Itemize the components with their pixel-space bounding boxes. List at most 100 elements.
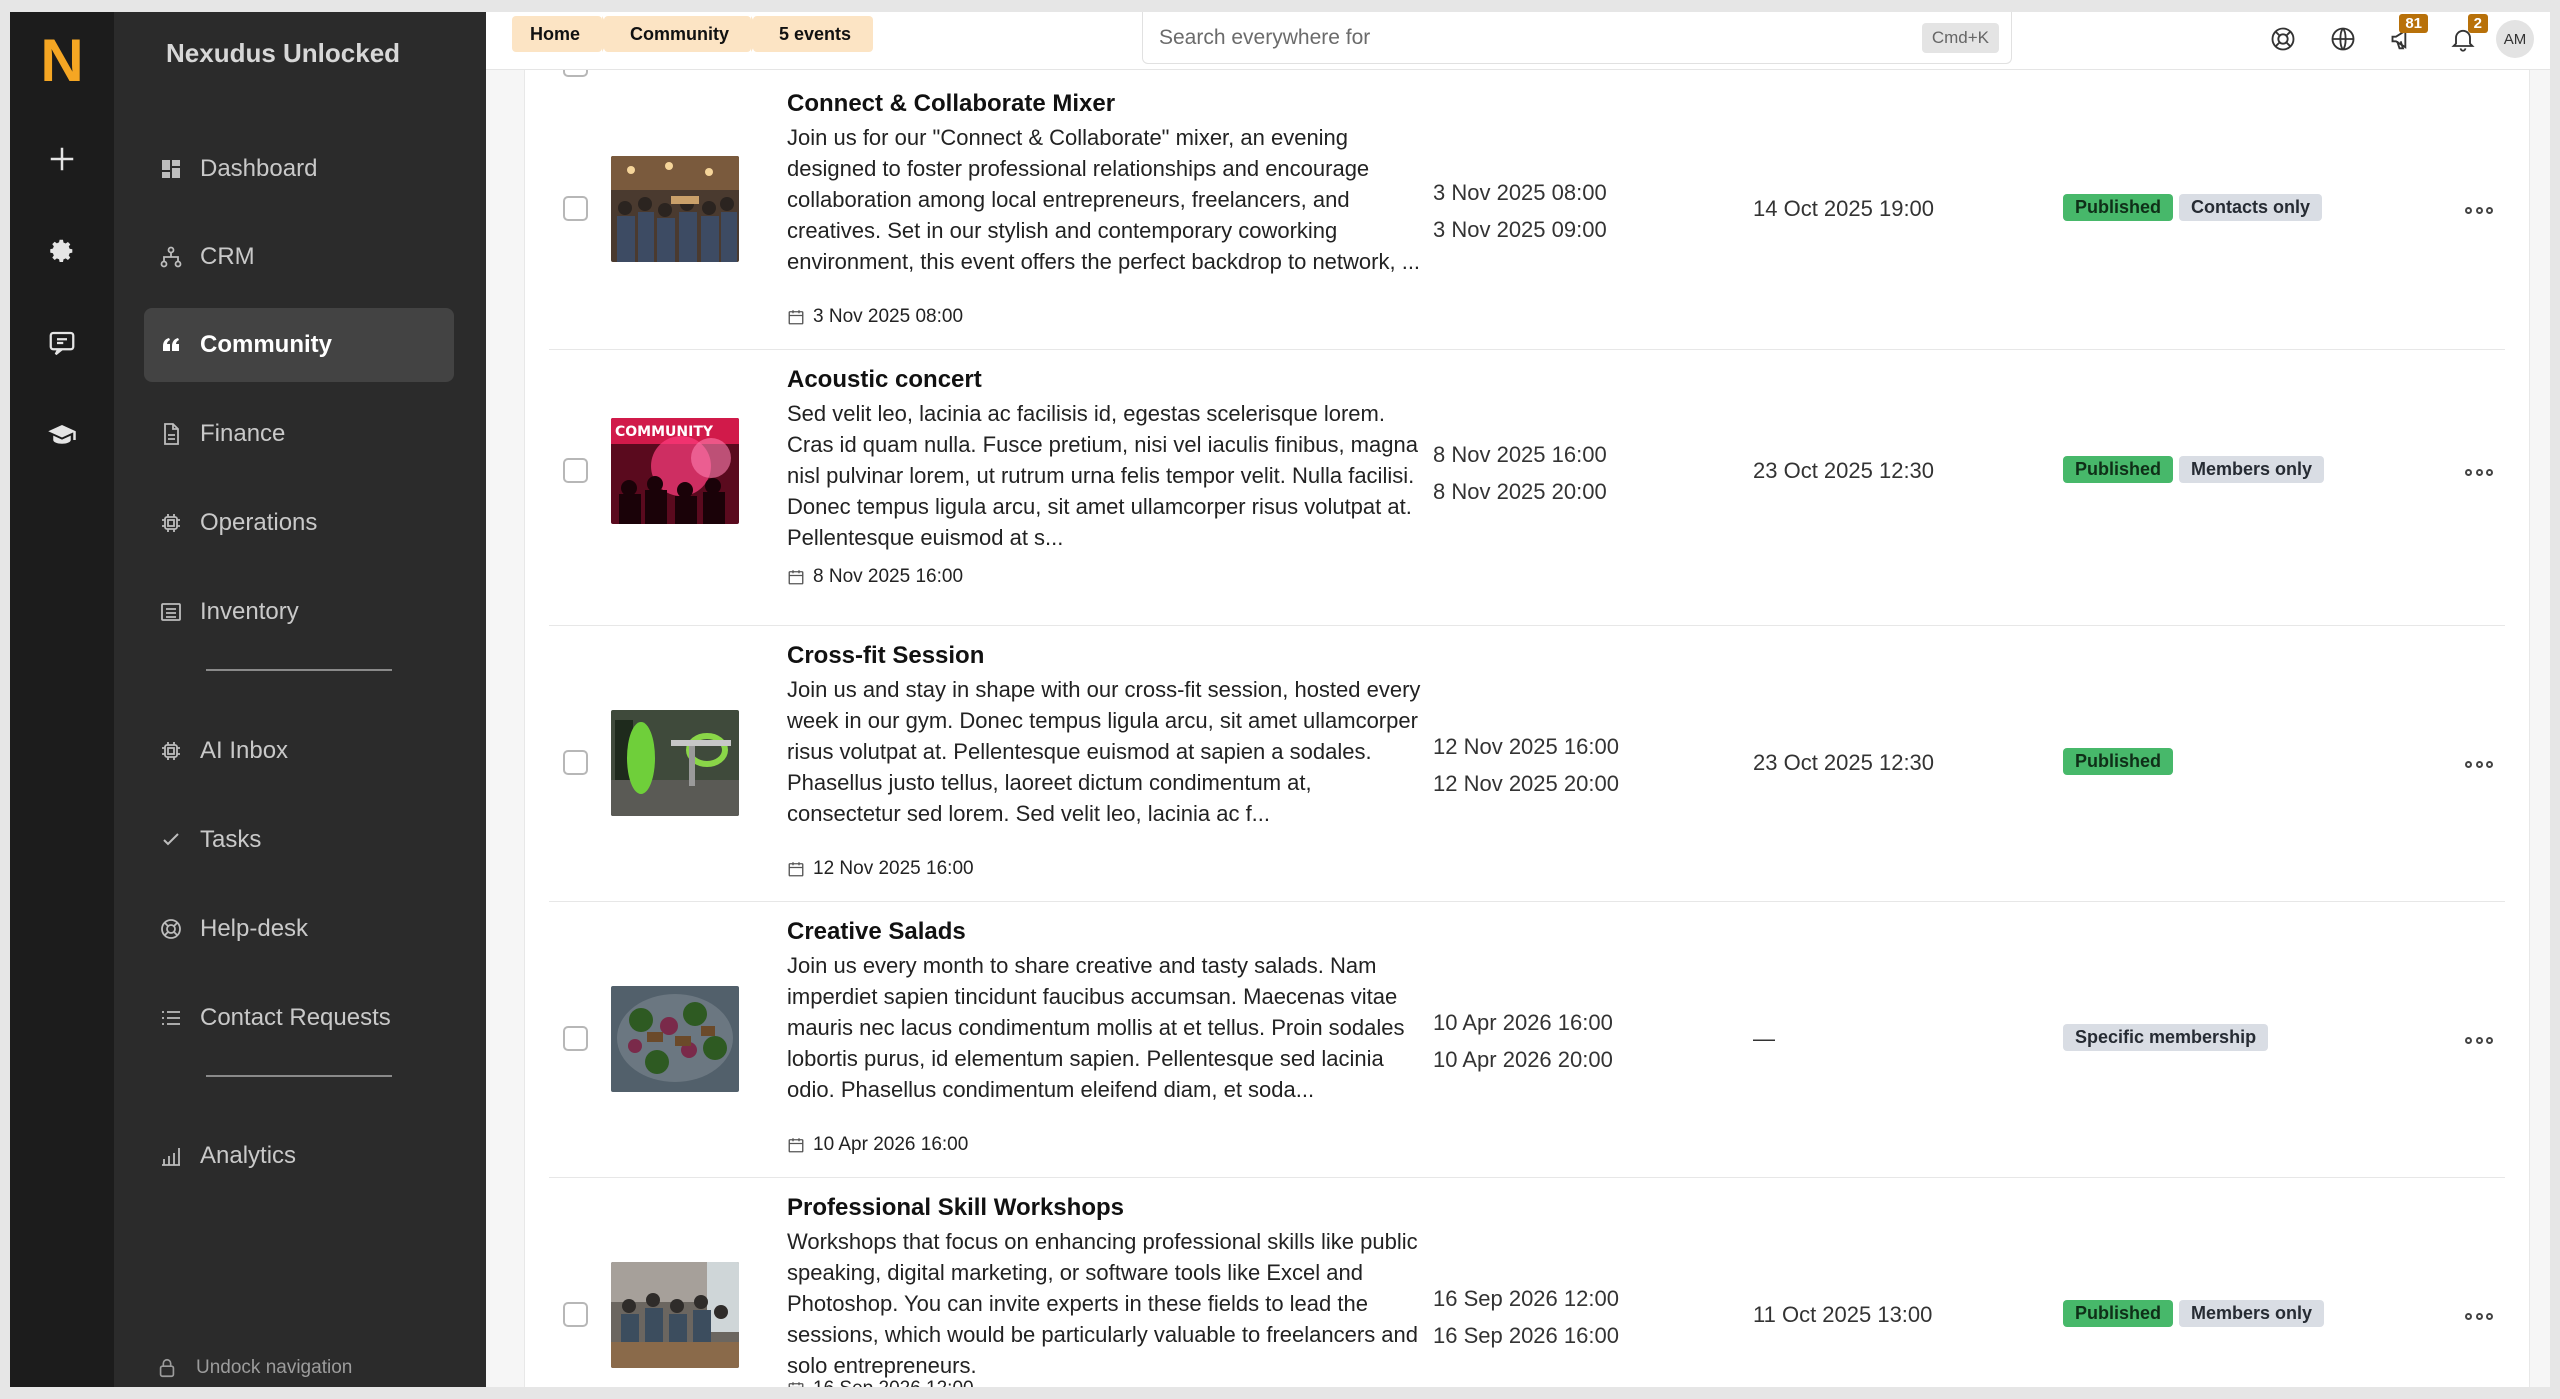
sidebar-divider <box>206 1075 392 1077</box>
event-times: 3 Nov 2025 08:00 3 Nov 2025 09:00 <box>1433 174 1607 248</box>
sidebar-item-label: Operations <box>200 509 318 536</box>
event-start: 8 Nov 2025 16:00 <box>1433 442 1607 467</box>
more-actions-icon[interactable] <box>2465 1310 2493 1322</box>
quote-icon <box>158 332 184 358</box>
event-start: 3 Nov 2025 08:00 <box>1433 180 1607 205</box>
visibility-badge: Contacts only <box>2179 194 2323 221</box>
event-end: 16 Sep 2026 16:00 <box>1433 1323 1619 1348</box>
row-checkbox[interactable] <box>563 1026 588 1051</box>
search-input[interactable]: Search everywhere for Cmd+K <box>1142 12 2012 64</box>
table-row[interactable]: COMMUNITY Acoustic concert Sed velit leo… <box>549 350 2505 626</box>
chip-icon <box>158 510 184 536</box>
bell-icon[interactable]: 2 <box>2444 14 2488 58</box>
megaphone-icon[interactable]: 81 <box>2384 14 2428 58</box>
more-actions-icon[interactable] <box>2465 204 2493 216</box>
event-description: Workshops that focus on enhancing profes… <box>787 1229 1419 1378</box>
event-tags: Specific membership <box>2063 1024 2274 1051</box>
event-title[interactable]: Cross-fit Session <box>787 642 984 670</box>
event-description: Join us every month to share creative an… <box>787 953 1405 1102</box>
lock-icon <box>159 1358 175 1378</box>
sidebar-item-label: Finance <box>200 420 286 447</box>
plus-icon[interactable] <box>37 134 87 184</box>
sidebar-item-dashboard[interactable]: Dashboard <box>144 132 454 206</box>
undock-navigation-button[interactable]: Undock navigation <box>156 1357 352 1379</box>
sidebar-item-contact-requests[interactable]: Contact Requests <box>144 981 454 1055</box>
chat-icon[interactable] <box>37 318 87 368</box>
chip-icon <box>158 738 184 764</box>
table-row[interactable]: Professional Skill Workshops Workshops t… <box>549 1178 2505 1387</box>
event-created: 23 Oct 2025 12:30 <box>1753 750 1935 775</box>
visibility-badge: Members only <box>2179 1300 2325 1327</box>
event-tags: Published Members only <box>2063 1300 2330 1327</box>
more-actions-icon[interactable] <box>2465 1034 2493 1046</box>
events-list: Connect & Collaborate Mixer Join us for … <box>524 52 2530 1387</box>
app-title: Nexudus Unlocked <box>166 38 401 68</box>
globe-icon[interactable] <box>2324 20 2362 58</box>
megaphone-badge: 81 <box>2399 14 2428 33</box>
calendar-icon <box>788 1382 804 1387</box>
event-times: 10 Apr 2026 16:00 10 Apr 2026 20:00 <box>1433 1004 1613 1078</box>
sidebar-item-label: Contact Requests <box>200 1004 391 1031</box>
dashboard-icon <box>158 156 184 182</box>
sidebar-item-crm[interactable]: CRM <box>144 220 454 294</box>
event-thumbnail <box>611 710 739 816</box>
event-thumbnail <box>611 156 739 262</box>
event-thumbnail <box>611 986 739 1092</box>
event-description: Sed velit leo, lacinia ac facilisis id, … <box>787 401 1418 550</box>
breadcrumb-events[interactable]: 5 events <box>753 16 874 52</box>
event-date: 8 Nov 2025 16:00 <box>787 566 963 588</box>
nexudus-logo[interactable]: N <box>32 26 92 96</box>
event-tags: Published <box>2063 748 2179 775</box>
status-badge: Published <box>2063 456 2174 483</box>
breadcrumb-home[interactable]: Home <box>512 16 613 52</box>
event-title[interactable]: Creative Salads <box>787 918 966 946</box>
event-tags: Published Members only <box>2063 456 2330 483</box>
sidebar-item-ai-inbox[interactable]: AI Inbox <box>144 714 454 788</box>
event-date-text: 16 Sep 2026 12:00 <box>813 1378 974 1387</box>
table-row[interactable]: Creative Salads Join us every month to s… <box>549 902 2505 1178</box>
sidebar-item-label: Inventory <box>200 598 299 625</box>
event-title[interactable]: Connect & Collaborate Mixer <box>787 90 1115 118</box>
sidebar-item-tasks[interactable]: Tasks <box>144 803 454 877</box>
sidebar-item-label: AI Inbox <box>200 737 289 764</box>
row-checkbox[interactable] <box>563 1302 588 1327</box>
help-lifebuoy-icon[interactable] <box>2264 20 2302 58</box>
event-times: 8 Nov 2025 16:00 8 Nov 2025 20:00 <box>1433 436 1607 510</box>
more-actions-icon[interactable] <box>2465 758 2493 770</box>
sidebar-item-finance[interactable]: Finance <box>144 397 454 471</box>
table-row[interactable]: Connect & Collaborate Mixer Join us for … <box>549 74 2505 350</box>
event-tags: Published Contacts only <box>2063 194 2328 221</box>
top-bar: Home Community 5 events Search everywher… <box>486 12 2550 70</box>
sidebar-item-label: Analytics <box>200 1142 297 1169</box>
bell-badge: 2 <box>2467 14 2488 33</box>
calendar-icon <box>788 310 804 325</box>
table-row[interactable]: Cross-fit Session Join us and stay in sh… <box>549 626 2505 902</box>
sidebar-item-help-desk[interactable]: Help-desk <box>144 892 454 966</box>
graduation-cap-icon[interactable] <box>37 410 87 460</box>
sidebar-item-inventory[interactable]: Inventory <box>144 575 454 649</box>
row-checkbox[interactable] <box>563 196 588 221</box>
event-title[interactable]: Professional Skill Workshops <box>787 1194 1124 1222</box>
event-thumbnail: COMMUNITY <box>611 418 739 524</box>
row-checkbox[interactable] <box>563 458 588 483</box>
sidebar-item-analytics[interactable]: Analytics <box>144 1119 454 1193</box>
sidebar-item-community[interactable]: Community <box>144 308 454 382</box>
sidebar-item-label: Help-desk <box>200 915 309 942</box>
event-title[interactable]: Acoustic concert <box>787 366 982 394</box>
gear-icon[interactable] <box>37 226 87 276</box>
sidebar-item-operations[interactable]: Operations <box>144 486 454 560</box>
breadcrumb-community[interactable]: Community <box>604 16 762 52</box>
status-badge: Published <box>2063 748 2174 775</box>
event-created: — <box>1753 1026 1775 1051</box>
event-description: Join us for our "Connect & Collaborate" … <box>787 125 1421 274</box>
more-actions-icon[interactable] <box>2465 466 2493 478</box>
event-end: 8 Nov 2025 20:00 <box>1433 479 1607 504</box>
event-date-text: 3 Nov 2025 08:00 <box>813 306 964 327</box>
avatar[interactable]: AM <box>2496 20 2534 58</box>
crm-icon <box>158 244 184 270</box>
thumbnail-caption: COMMUNITY <box>615 424 714 440</box>
event-start: 16 Sep 2026 12:00 <box>1433 1286 1619 1311</box>
row-checkbox[interactable] <box>563 750 588 775</box>
event-times: 12 Nov 2025 16:00 12 Nov 2025 20:00 <box>1433 728 1619 802</box>
sidebar-item-label: Dashboard <box>200 155 318 182</box>
